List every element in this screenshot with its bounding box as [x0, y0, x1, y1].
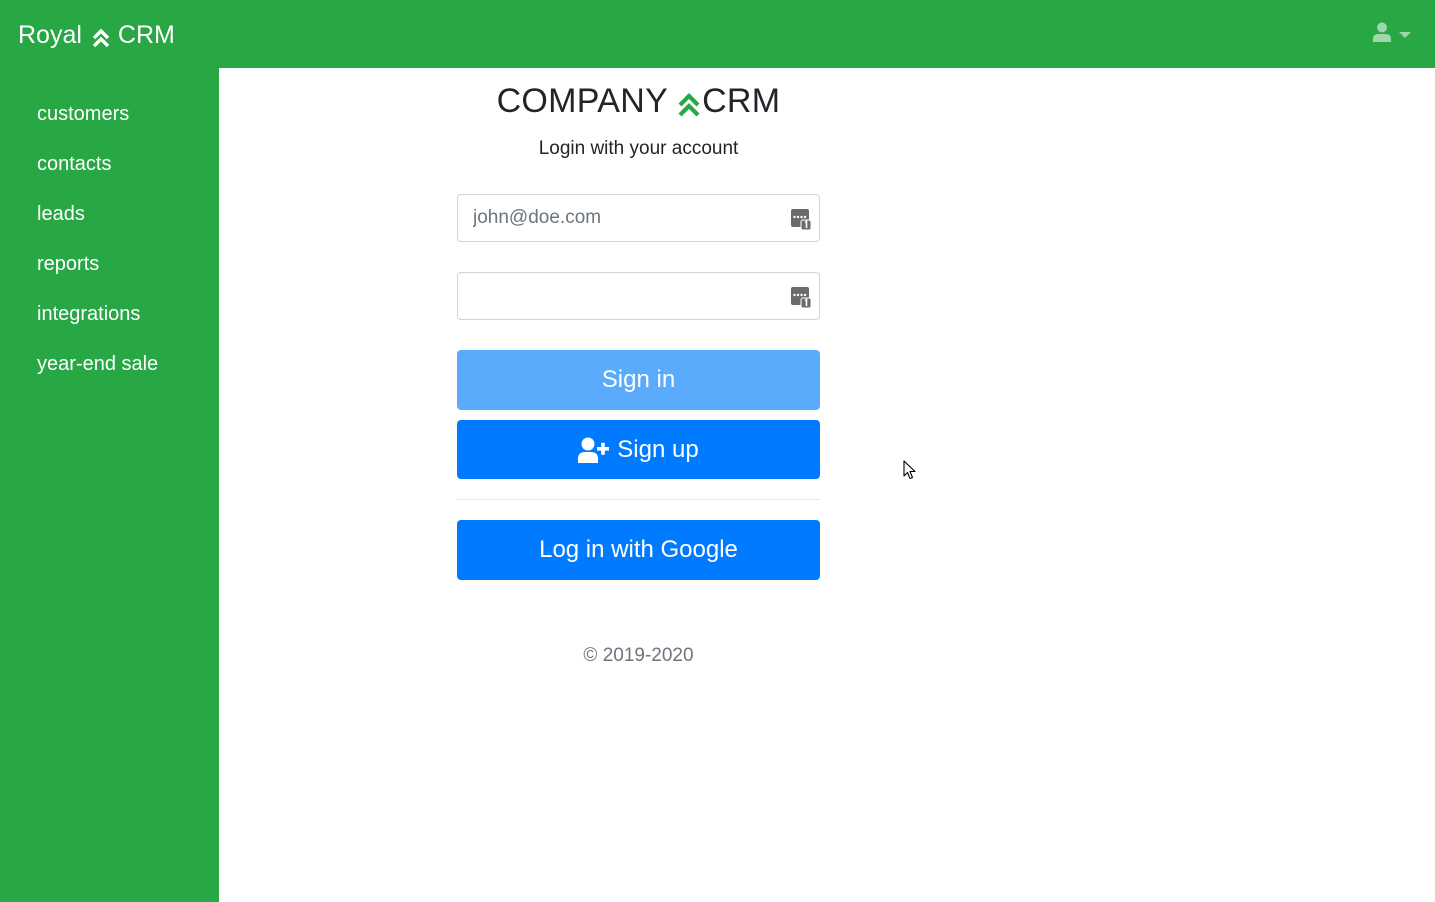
sidebar-item-year-end-sale[interactable]: year-end sale	[0, 348, 219, 398]
chevrons-up-icon	[91, 24, 111, 48]
user-icon	[1373, 22, 1391, 47]
login-subtitle: Login with your account	[538, 138, 739, 159]
sign-up-button[interactable]: Sign up	[457, 420, 820, 479]
user-plus-icon	[578, 437, 610, 463]
password-field-wrapper	[457, 272, 820, 320]
sidebar-item-integrations[interactable]: integrations	[0, 298, 219, 348]
sidebar: customers contacts leads reports integra…	[0, 68, 219, 902]
logo-text-right: CRM	[702, 82, 781, 120]
chevrons-up-icon	[677, 87, 701, 117]
google-login-button[interactable]: Log in with Google	[457, 520, 820, 580]
password-manager-icon[interactable]	[791, 286, 812, 309]
brand-name-left: Royal	[18, 21, 82, 49]
top-navbar: Royal CRM	[0, 0, 1435, 68]
password-input[interactable]	[458, 273, 819, 319]
sidebar-menu: customers contacts leads reports integra…	[0, 68, 219, 398]
sidebar-item-leads[interactable]: leads	[0, 198, 219, 248]
sign-up-label: Sign up	[617, 435, 699, 463]
email-field-wrapper	[457, 194, 820, 242]
sign-in-label: Sign in	[601, 366, 676, 393]
brand-name-right: CRM	[117, 21, 175, 49]
divider	[457, 499, 820, 500]
sidebar-item-contacts[interactable]: contacts	[0, 148, 219, 198]
email-input[interactable]	[458, 195, 819, 241]
chevron-down-icon	[1399, 31, 1411, 38]
password-manager-icon[interactable]	[791, 208, 812, 231]
google-login-label: Log in with Google	[539, 536, 738, 563]
sidebar-item-reports[interactable]: reports	[0, 248, 219, 298]
sidebar-item-customers[interactable]: customers	[0, 98, 219, 148]
brand-logo[interactable]: Royal CRM	[18, 18, 175, 52]
copyright-text: © 2019-2020	[583, 645, 694, 666]
main-content: COMPANY CRM Login with your account john…	[219, 68, 1435, 902]
login-form: COMPANY CRM Login with your account john…	[457, 68, 820, 668]
sign-in-button[interactable]: Sign in	[457, 350, 820, 410]
user-menu-dropdown[interactable]	[1373, 22, 1411, 47]
company-logo: COMPANY CRM	[457, 80, 820, 122]
logo-text-left: COMPANY	[496, 82, 669, 120]
